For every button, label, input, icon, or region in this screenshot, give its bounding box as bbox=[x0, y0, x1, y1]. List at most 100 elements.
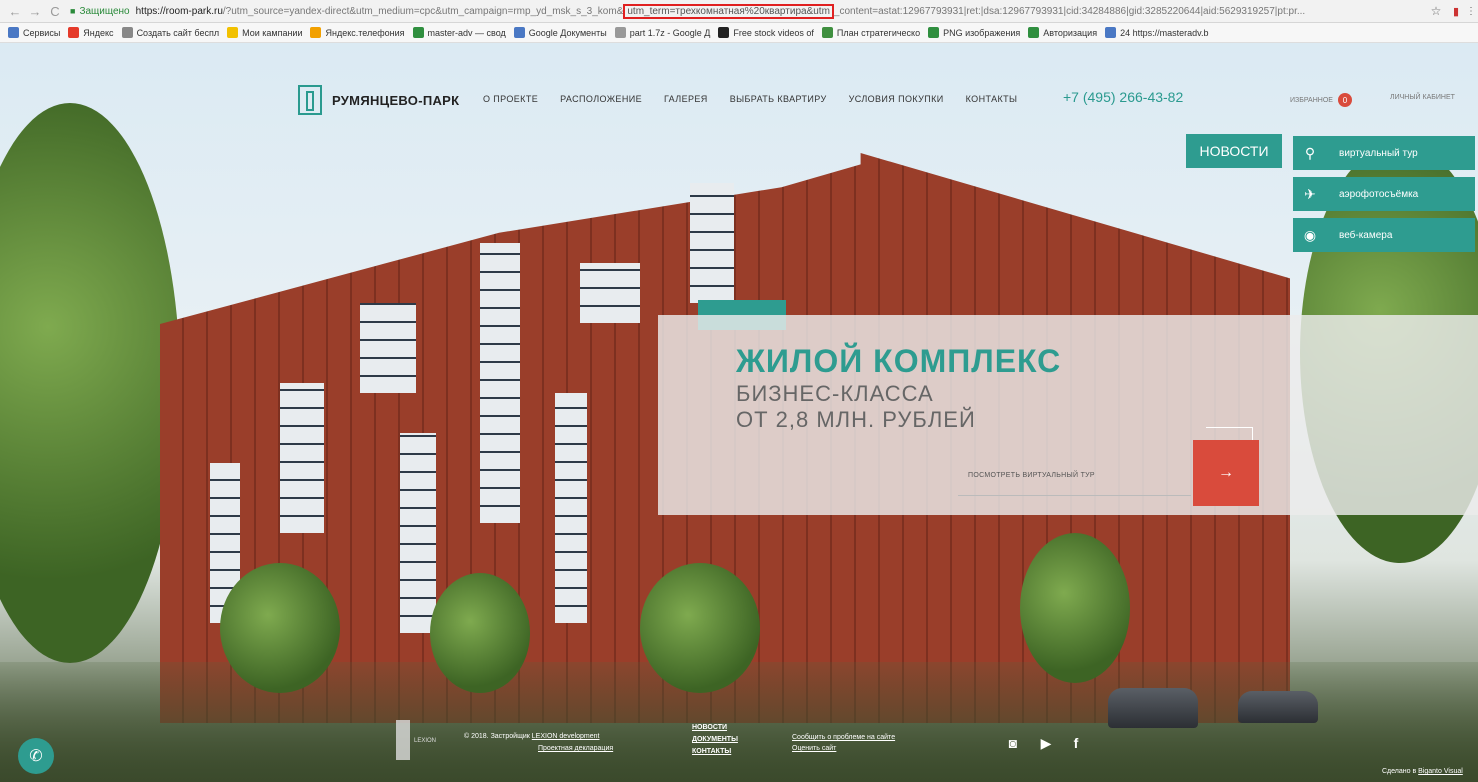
logo-text: РУМЯНЦЕВО-ПАРК bbox=[332, 92, 460, 108]
bookmark-label: Яндекс bbox=[83, 27, 114, 38]
bookmark-label: part 1.7z - Google Д bbox=[629, 27, 711, 38]
nav-item-choose-apartment[interactable]: ВЫБРАТЬ КВАРТИРУ bbox=[730, 94, 827, 104]
webcam-icon: ◉ bbox=[1303, 226, 1317, 243]
report-problem-link[interactable]: Сообщить о проблеме на сайте bbox=[792, 732, 895, 743]
url-highlight: utm_term=трехкомнатная%20квартира&utm bbox=[623, 3, 834, 19]
footer-link-news[interactable]: НОВОСТИ bbox=[692, 722, 738, 734]
lock-icon: ■ bbox=[70, 6, 76, 16]
cta-arrow-button[interactable]: → bbox=[1193, 440, 1259, 506]
building-window-panel bbox=[555, 393, 587, 623]
bookmark-item[interactable]: master-adv — свод bbox=[412, 27, 506, 38]
back-icon[interactable]: ← bbox=[8, 4, 22, 19]
bookmark-item[interactable]: PNG изображения bbox=[928, 27, 1020, 38]
nav-item-contacts[interactable]: КОНТАКТЫ bbox=[966, 94, 1018, 104]
bookmarks-bar: Сервисы Яндекс Создать сайт беспл Мои кампа… bbox=[0, 23, 1478, 43]
bookmark-label: master-adv — свод bbox=[427, 27, 506, 38]
favorites-link[interactable]: ИЗБРАННОЕ 0 bbox=[1290, 93, 1352, 107]
personal-cabinet-link[interactable]: ЛИЧНЫЙ КАБИНЕТ bbox=[1390, 94, 1455, 101]
footer-link-contacts[interactable]: КОНТАКТЫ bbox=[692, 746, 738, 758]
nav-item-about[interactable]: О ПРОЕКТЕ bbox=[483, 94, 538, 104]
bookmark-item[interactable]: Мои кампании bbox=[227, 27, 302, 38]
cta-underline bbox=[958, 495, 1191, 496]
made-by-link[interactable]: Biganto Visual bbox=[1418, 768, 1463, 775]
bookmark-item[interactable]: Яндекс bbox=[68, 27, 114, 38]
bookmark-label: Мои кампании bbox=[242, 27, 303, 38]
bookmark-item[interactable]: Создать сайт беспл bbox=[121, 27, 220, 38]
tree bbox=[640, 563, 760, 693]
bookmark-item[interactable]: Google Документы bbox=[513, 27, 607, 38]
site-logo[interactable]: РУМЯНЦЕВО-ПАРК bbox=[298, 85, 459, 115]
bookmark-label: Google Документы bbox=[528, 27, 607, 38]
virtual-tour-label: виртуальный тур bbox=[1339, 147, 1418, 159]
browser-menu-icon[interactable]: ⋮ bbox=[1464, 6, 1478, 17]
bookmark-item[interactable]: part 1.7z - Google Д bbox=[614, 27, 711, 38]
lexion-logo-icon bbox=[396, 720, 410, 760]
footer-link-documents[interactable]: ДОКУМЕНТЫ bbox=[692, 734, 738, 746]
footer-feedback: Сообщить о проблеме на сайте Оценить сай… bbox=[792, 732, 895, 754]
extension-icon[interactable]: ▮ bbox=[1448, 5, 1464, 18]
nav-item-gallery[interactable]: ГАЛЕРЕЯ bbox=[664, 94, 708, 104]
bookmark-label: План стратегическо bbox=[836, 27, 921, 38]
bookmark-favicon-icon bbox=[1105, 27, 1117, 38]
copyright-text: © 2018. Застройщик bbox=[464, 733, 530, 740]
bookmark-favicon-icon bbox=[412, 27, 424, 38]
favorites-count-badge: 0 bbox=[1337, 93, 1352, 107]
instagram-icon[interactable]: ◙ bbox=[1005, 735, 1021, 751]
bookmark-label: Яндекс.телефония bbox=[325, 27, 405, 38]
aerial-photo-button[interactable]: ✈ аэрофотосъёмка bbox=[1293, 177, 1475, 211]
bookmark-favicon-icon bbox=[614, 27, 626, 38]
virtual-tour-cta-label[interactable]: ПОСМОТРЕТЬ ВИРТУАЛЬНЫЙ ТУР bbox=[968, 472, 1095, 479]
phone-link[interactable]: +7 (495) 266-43-82 bbox=[1063, 89, 1183, 105]
reload-icon[interactable]: C bbox=[48, 4, 62, 19]
promo-banner: ЖИЛОЙ КОМПЛЕКС БИЗНЕС-КЛАССА ОТ 2,8 МЛН.… bbox=[658, 315, 1478, 515]
rate-site-link[interactable]: Оценить сайт bbox=[792, 743, 895, 754]
made-by: Сделано в Biganto Visual bbox=[1382, 768, 1463, 775]
drone-icon: ✈ bbox=[1304, 185, 1316, 202]
virtual-tour-button[interactable]: ⚲ виртуальный тур bbox=[1293, 136, 1475, 170]
aerial-photo-label: аэрофотосъёмка bbox=[1339, 188, 1419, 200]
bookmark-item[interactable]: Авторизация bbox=[1028, 27, 1097, 38]
facebook-icon[interactable]: f bbox=[1068, 735, 1084, 751]
bookmark-item[interactable]: Яндекс.телефония bbox=[310, 27, 405, 38]
bookmark-label: Free stock videos of bbox=[733, 27, 814, 38]
made-by-text: Сделано в bbox=[1382, 768, 1417, 775]
bookmark-star-icon[interactable]: ☆ bbox=[1424, 4, 1448, 18]
building-window-panel bbox=[400, 433, 436, 633]
logo-mark-icon bbox=[298, 85, 322, 115]
bookmark-item[interactable]: Сервисы bbox=[8, 27, 60, 38]
forward-icon[interactable]: → bbox=[28, 4, 42, 19]
bookmark-favicon-icon bbox=[718, 27, 730, 38]
bookmark-favicon-icon bbox=[227, 27, 239, 38]
car-image bbox=[1108, 688, 1198, 728]
building-window-panel bbox=[690, 183, 734, 303]
youtube-icon[interactable]: ▶ bbox=[1038, 735, 1054, 751]
promo-price: ОТ 2,8 МЛН. РУБЛЕЙ bbox=[736, 407, 976, 432]
bookmark-label: PNG изображения bbox=[943, 27, 1021, 38]
news-button[interactable]: НОВОСТИ bbox=[1186, 134, 1282, 168]
address-bar: ← → C ■ Защищено https://room-park.ru /?… bbox=[0, 0, 1478, 23]
bookmark-item[interactable]: План стратегическо bbox=[821, 27, 921, 38]
nav-item-purchase-terms[interactable]: УСЛОВИЯ ПОКУПКИ bbox=[849, 94, 944, 104]
arrow-right-icon: → bbox=[1218, 464, 1234, 481]
building-window-panel bbox=[360, 303, 416, 393]
bookmark-favicon-icon bbox=[513, 27, 525, 38]
nav-item-location[interactable]: РАСПОЛОЖЕНИЕ bbox=[560, 94, 642, 104]
lexion-logo-text: LEXION bbox=[414, 738, 437, 744]
footer-nav: НОВОСТИ ДОКУМЕНТЫ КОНТАКТЫ bbox=[692, 722, 738, 758]
bookmark-favicon-icon bbox=[8, 27, 19, 38]
callback-phone-button[interactable]: ✆ bbox=[18, 738, 54, 774]
url-field[interactable]: ■ Защищено https://room-park.ru /?utm_so… bbox=[70, 3, 1424, 19]
bookmark-label: 24 https://masteradv.b bbox=[1120, 27, 1209, 38]
main-nav: О ПРОЕКТЕ РАСПОЛОЖЕНИЕ ГАЛЕРЕЯ ВЫБРАТЬ К… bbox=[483, 94, 1017, 104]
bookmark-favicon-icon bbox=[310, 27, 322, 38]
developer-link[interactable]: LEXION development bbox=[532, 733, 600, 740]
tree bbox=[1020, 533, 1130, 683]
bookmark-label: Авторизация bbox=[1043, 27, 1098, 38]
bookmark-item[interactable]: 24 https://masteradv.b bbox=[1105, 27, 1208, 38]
project-declaration-link[interactable]: Проектная декларация bbox=[538, 745, 613, 752]
webcam-button[interactable]: ◉ веб-камера bbox=[1293, 218, 1475, 252]
bookmark-label: Создать сайт беспл bbox=[136, 27, 220, 38]
bookmark-item[interactable]: Free stock videos of bbox=[718, 27, 814, 38]
url-before: /?utm_source=yandex-direct&utm_medium=cp… bbox=[222, 5, 624, 17]
promo-title: ЖИЛОЙ КОМПЛЕКС bbox=[736, 343, 1062, 379]
